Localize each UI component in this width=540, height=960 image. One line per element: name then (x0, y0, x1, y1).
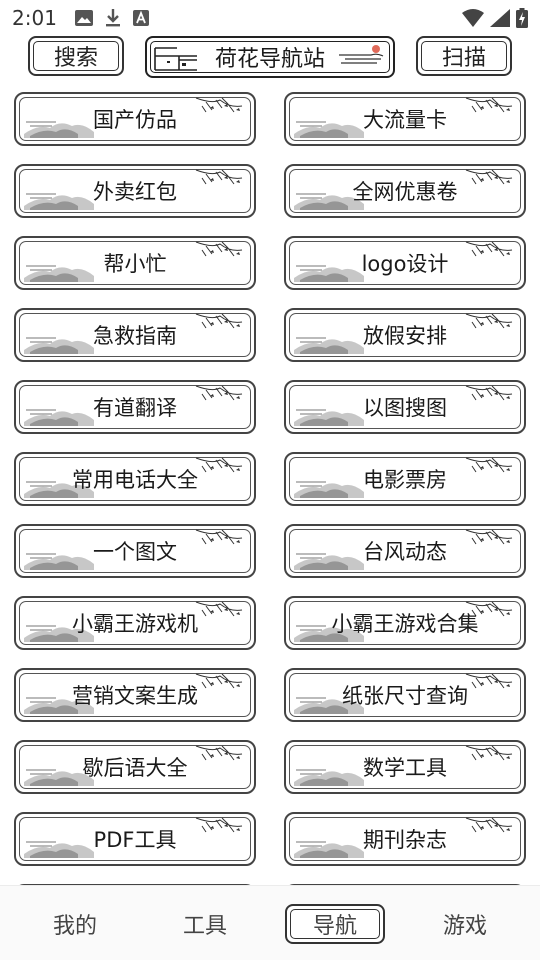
nav-card[interactable]: 全网优惠卷 (284, 164, 526, 218)
nav-card[interactable]: 大流量卡 (284, 92, 526, 146)
nav-card-label: 大流量卡 (363, 108, 447, 132)
status-system-icons (462, 8, 528, 28)
status-time: 2:01 (12, 6, 57, 30)
nav-tab-navigation[interactable]: 导航 (285, 904, 385, 944)
nav-card-label: 外卖红包 (93, 180, 177, 204)
nav-card[interactable]: logo设计 (284, 236, 526, 290)
app-title-banner: 荷花导航站 (145, 36, 395, 78)
nav-card-label: 电影票房 (363, 468, 447, 492)
nav-card-label: 有道翻译 (93, 396, 177, 420)
nav-card-label: 全网优惠卷 (352, 180, 458, 204)
nav-card[interactable]: 营销文案生成 (14, 668, 256, 722)
nav-card-label: 期刊杂志 (363, 828, 447, 852)
nav-card[interactable]: 歇后语大全 (14, 740, 256, 794)
nav-card-label: 帮小忙 (103, 252, 167, 276)
nav-card[interactable]: 常用电话大全 (14, 452, 256, 506)
battery-charging-icon (516, 8, 528, 28)
nav-card-label: 常用电话大全 (72, 468, 198, 492)
nav-card[interactable]: 台风动态 (284, 524, 526, 578)
wifi-icon (462, 9, 484, 27)
a-box-icon (132, 10, 149, 26)
scan-button[interactable]: 扫描 (416, 36, 512, 76)
nav-tab-label: 我的 (52, 914, 97, 939)
nav-card-label: PDF工具 (93, 828, 177, 852)
nav-card-label: 歇后语大全 (82, 756, 188, 780)
nav-card[interactable]: 电影票房 (284, 452, 526, 506)
navigation-grid: 国产仿品 大流量卡外卖红包 全网优惠卷帮小忙 logo设计急救指南 放假安排有道翻译 以图… (0, 90, 540, 885)
status-notification-icons (74, 9, 149, 27)
nav-card-label: 国产仿品 (93, 108, 177, 132)
image-icon (74, 10, 93, 26)
signal-icon (490, 9, 510, 27)
nav-card-label: 急救指南 (93, 324, 177, 348)
nav-card[interactable]: PDF工具 (14, 812, 256, 866)
nav-card-label: 以图搜图 (363, 396, 447, 420)
search-button-label: 搜索 (53, 46, 98, 71)
nav-card[interactable]: 纸张尺寸查询 (284, 668, 526, 722)
nav-card-label: 数学工具 (363, 756, 447, 780)
nav-card[interactable]: 有道翻译 (14, 380, 256, 434)
nav-card-label: 小霸王游戏合集 (331, 612, 479, 636)
nav-tab-tools[interactable]: 工具 (165, 904, 245, 944)
nav-card-label: 小霸王游戏机 (72, 612, 198, 636)
nav-card[interactable]: 数学工具 (284, 740, 526, 794)
nav-card[interactable]: 期刊杂志 (284, 812, 526, 866)
nav-card[interactable]: 急救指南 (14, 308, 256, 362)
nav-card[interactable]: 帮小忙 (14, 236, 256, 290)
download-icon (105, 9, 120, 27)
search-button[interactable]: 搜索 (28, 36, 124, 76)
nav-card[interactable]: 小霸王游戏机 (14, 596, 256, 650)
nav-card[interactable]: 以图搜图 (284, 380, 526, 434)
nav-card[interactable]: 小霸王游戏合集 (284, 596, 526, 650)
nav-card-label: 台风动态 (363, 540, 447, 564)
nav-card-label: 一个图文 (93, 540, 177, 564)
nav-card-label: 营销文案生成 (72, 684, 198, 708)
nav-tab-label: 导航 (312, 914, 357, 939)
nav-tab-mine[interactable]: 我的 (35, 904, 115, 944)
nav-card[interactable]: 一个图文 (14, 524, 256, 578)
scan-button-label: 扫描 (441, 46, 486, 71)
nav-tab-label: 工具 (182, 914, 227, 939)
nav-card-label: 纸张尺寸查询 (342, 684, 468, 708)
house-sketch-icon (154, 47, 197, 71)
nav-tab-label: 游戏 (442, 914, 487, 939)
nav-card[interactable]: 放假安排 (284, 308, 526, 362)
nav-card[interactable]: 外卖红包 (14, 164, 256, 218)
status-bar: 2:01 (0, 0, 540, 36)
top-bar: 搜索 荷花导航站 扫描 (0, 36, 540, 80)
bottom-navigation: 我的 工具 导航 游戏 (0, 885, 540, 960)
nav-card-label: logo设计 (361, 252, 449, 276)
nav-card-label: 放假安排 (363, 324, 447, 348)
app-title: 荷花导航站 (214, 47, 325, 72)
nav-tab-games[interactable]: 游戏 (425, 904, 505, 944)
nav-card[interactable]: 国产仿品 (14, 92, 256, 146)
sun-cloud-icon (339, 45, 384, 64)
